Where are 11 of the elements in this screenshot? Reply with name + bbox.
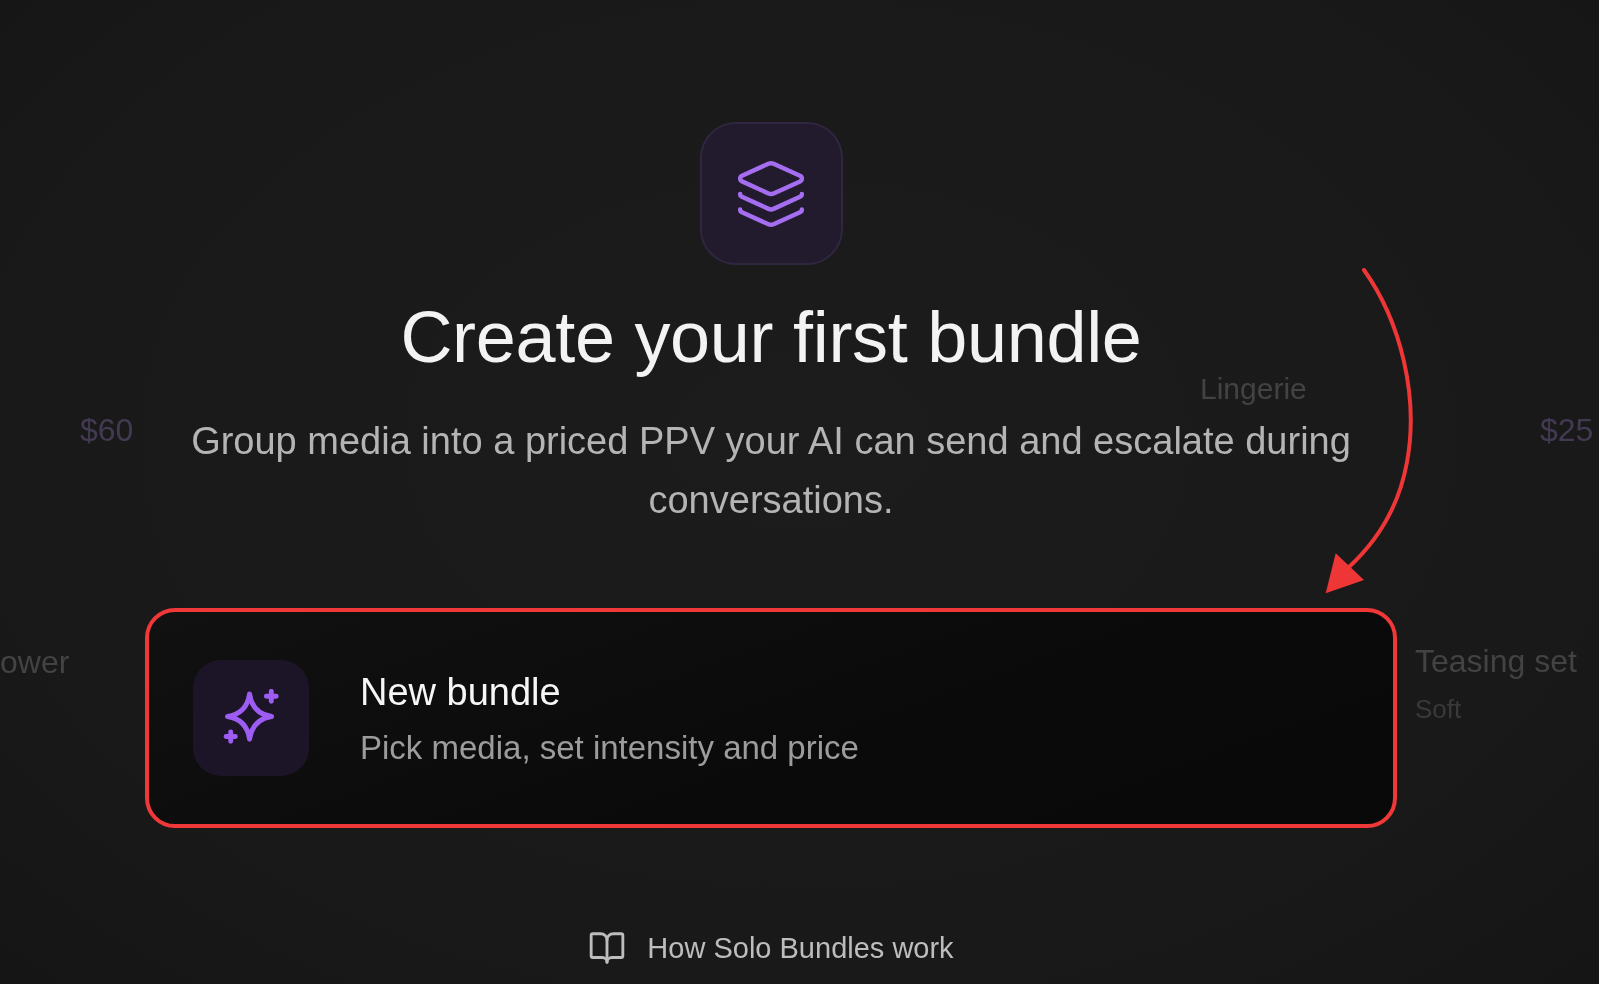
card-title: New bundle <box>360 669 561 715</box>
card-description: Pick media, set intensity and price <box>360 727 859 768</box>
page-title: Create your first bundle <box>400 296 1142 379</box>
background-price: $25 <box>1540 414 1594 446</box>
background-price: $60 <box>80 414 134 446</box>
sparkle-icon <box>193 660 309 776</box>
help-link[interactable]: How Solo Bundles work <box>588 929 954 967</box>
page-description: Group media into a priced PPV your AI can send and escalate during conversations. <box>190 419 1352 523</box>
new-bundle-card[interactable]: New bundle Pick media, set intensity and price <box>145 608 1397 828</box>
book-icon <box>588 929 627 967</box>
layers-icon <box>699 122 843 265</box>
